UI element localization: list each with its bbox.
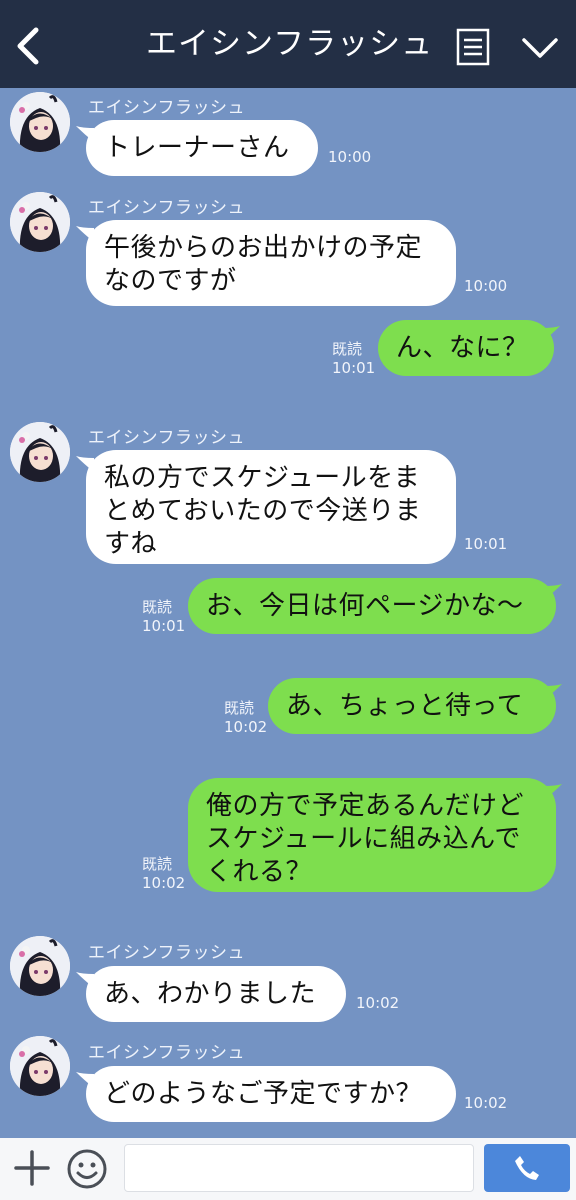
avatar[interactable] xyxy=(10,422,70,482)
message-bubble[interactable]: ん、なに？ xyxy=(378,320,554,376)
bubble-tail xyxy=(544,584,562,600)
message-time: 10:01 xyxy=(142,617,186,635)
message-bubble[interactable]: トレーナーさん xyxy=(86,120,318,176)
read-label: 既読 xyxy=(224,699,255,717)
message-input-bar xyxy=(0,1138,576,1200)
bubble-tail xyxy=(542,326,560,342)
message-bubble[interactable]: あ、ちょっと待って xyxy=(268,678,556,734)
sender-name: エイシンフラッシュ xyxy=(88,428,245,448)
message-time: 10:02 xyxy=(142,874,186,892)
call-button[interactable] xyxy=(484,1144,570,1192)
message-bubble[interactable]: どのようなご予定ですか？ xyxy=(86,1066,456,1122)
avatar[interactable] xyxy=(10,192,70,252)
avatar[interactable] xyxy=(10,92,70,152)
message-input[interactable] xyxy=(124,1144,474,1192)
smile-icon[interactable] xyxy=(66,1148,108,1190)
phone-icon xyxy=(515,1156,539,1180)
menu-icon[interactable] xyxy=(456,28,490,66)
read-label: 既読 xyxy=(142,855,173,873)
chevron-down-icon[interactable] xyxy=(520,34,560,62)
back-icon[interactable] xyxy=(10,24,46,68)
read-receipt: 既読 10:01 xyxy=(142,596,185,635)
message-time: 10:02 xyxy=(356,994,400,1012)
message-time: 10:00 xyxy=(328,148,372,166)
message-bubble[interactable]: お、今日は何ページかな〜 xyxy=(188,578,556,634)
sender-name: エイシンフラッシュ xyxy=(88,1043,245,1063)
read-receipt: 既読 10:02 xyxy=(224,697,267,736)
message-bubble[interactable]: 俺の方で予定あるんだけど スケジュールに組み込んで くれる？ xyxy=(188,778,556,892)
avatar[interactable] xyxy=(10,936,70,996)
message-bubble[interactable]: 午後からのお出かけの予定 なのですが xyxy=(86,220,456,306)
message-bubble[interactable]: あ、わかりました xyxy=(86,966,346,1022)
read-label: 既読 xyxy=(142,598,173,616)
chat-title: エイシンフラッシュ xyxy=(146,26,434,62)
message-time: 10:02 xyxy=(464,1094,508,1112)
read-receipt: 既読 10:02 xyxy=(142,853,185,892)
message-time: 10:01 xyxy=(464,535,508,553)
read-label: 既読 xyxy=(332,340,363,358)
message-time: 10:00 xyxy=(464,277,508,295)
sender-name: エイシンフラッシュ xyxy=(88,943,245,963)
message-time: 10:01 xyxy=(332,359,376,377)
avatar[interactable] xyxy=(10,1036,70,1096)
sender-name: エイシンフラッシュ xyxy=(88,98,245,118)
sender-name: エイシンフラッシュ xyxy=(88,198,245,218)
read-receipt: 既読 10:01 xyxy=(332,338,375,377)
message-time: 10:02 xyxy=(224,718,268,736)
chat-header: エイシンフラッシュ xyxy=(0,0,576,88)
message-bubble[interactable]: 私の方でスケジュールをま とめておいたので今送りま すね xyxy=(86,450,456,564)
plus-icon[interactable] xyxy=(14,1150,50,1186)
bubble-tail xyxy=(544,684,562,700)
bubble-tail xyxy=(544,784,562,800)
